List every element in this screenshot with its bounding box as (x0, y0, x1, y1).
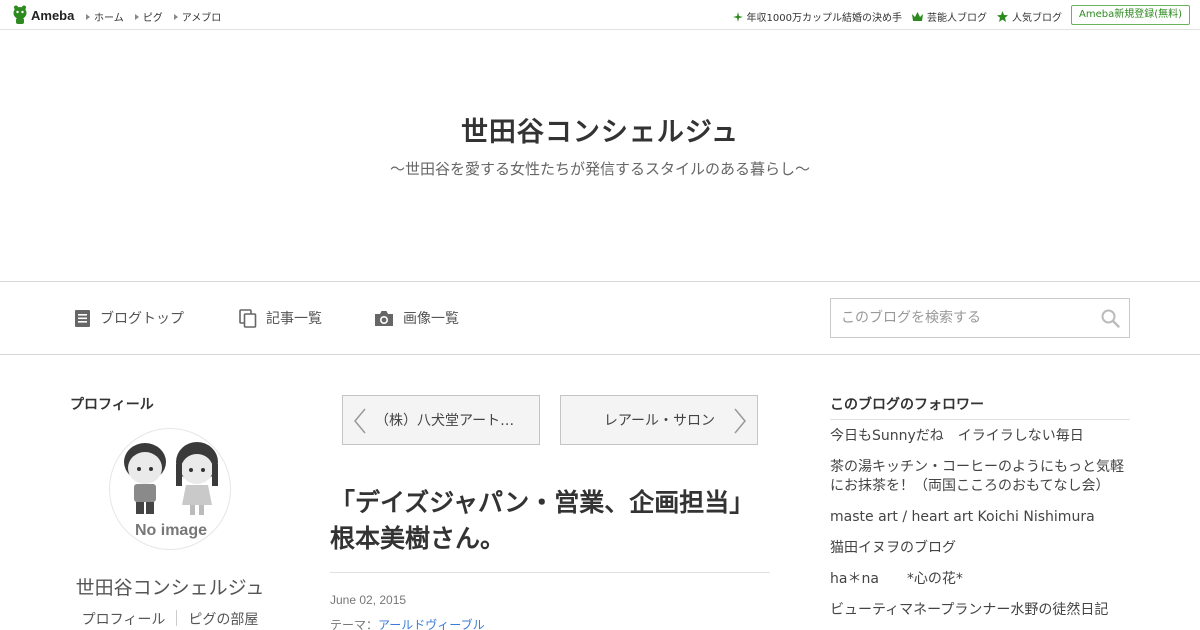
entry-title[interactable]: 「デイズジャパン・営業、企画担当」根本美樹さん。 (330, 485, 770, 557)
blog-top-link[interactable]: ブログトップ (74, 308, 184, 328)
follower-item[interactable]: 猫田イヌヲのブログ (830, 539, 1130, 558)
entry-theme-link[interactable]: アールドヴィーブル (378, 618, 485, 630)
featured-link-marriage-label: 年収1000万カップル結婚の決め手 (746, 13, 902, 24)
featured-link-popular-label: 人気ブログ (1012, 13, 1062, 24)
next-entry-label: レアール・サロン (603, 413, 715, 429)
copy-icon (239, 308, 257, 328)
next-entry-button[interactable]: レアール・サロン (560, 395, 758, 445)
featured-link-popular[interactable]: 人気ブログ (997, 9, 1062, 24)
entry-list-link[interactable]: 記事一覧 (239, 308, 322, 328)
nav-ameblo-label: アメブロ (181, 13, 222, 24)
global-nav: ホーム ピグ アメブロ (86, 9, 221, 24)
entry-theme-label: テーマ： (330, 618, 379, 630)
nav-pigg-link[interactable]: ピグ (134, 9, 163, 24)
header-featured-links: 年収1000万カップル結婚の決め手 芸能人ブログ 人気ブログ (732, 9, 1062, 24)
triangle-right-icon (173, 13, 178, 20)
featured-link-celebrity-label: 芸能人ブログ (927, 13, 987, 24)
ameba-logo[interactable]: Ameba (12, 5, 74, 25)
divider (330, 572, 770, 573)
blog-description: ～世田谷を愛する女性たちが発信するスタイルのある暮らし～ (389, 160, 810, 178)
nav-home-label: ホーム (94, 13, 124, 24)
blog-nav: ブログトップ 記事一覧 画像一覧 (0, 282, 1200, 355)
crown-icon (912, 12, 923, 21)
global-header: Ameba ホーム ピグ アメブロ 年収1000万カップル結婚の決め手 芸能人ブ… (0, 0, 1200, 30)
nav-ameblo-link[interactable]: アメブロ (173, 9, 222, 24)
prev-entry-button[interactable]: （株）八犬堂アート… (342, 395, 540, 445)
search-icon[interactable] (1101, 309, 1120, 328)
blog-top-label: ブログトップ (100, 311, 184, 327)
no-image-avatar-icon: No image (124, 442, 218, 539)
avatar-no-image-text: No image (135, 522, 207, 539)
profile-heading: プロフィール (70, 397, 154, 413)
entry-theme: テーマ：アールドヴィーブル (330, 616, 485, 630)
nav-home-link[interactable]: ホーム (86, 9, 124, 24)
follower-item[interactable]: ha＊na *心の花* (830, 570, 1130, 589)
ameba-logo-icon (13, 5, 27, 24)
image-list-label: 画像一覧 (403, 311, 459, 327)
ameba-logo-text: Ameba (31, 7, 75, 23)
image-list-link[interactable]: 画像一覧 (374, 308, 459, 328)
profile-name[interactable]: 世田谷コンシェルジュ (70, 573, 270, 600)
divider (830, 419, 1130, 420)
document-icon (75, 309, 90, 327)
profile-links: プロフィール ピグの部屋 (70, 609, 270, 629)
camera-icon (375, 310, 393, 326)
follower-item[interactable]: maste art / heart art Koichi Nishimura (830, 508, 1130, 527)
triangle-right-icon (86, 13, 90, 20)
featured-link-marriage[interactable]: 年収1000万カップル結婚の決め手 (732, 9, 902, 24)
register-button[interactable]: Ameba新規登録(無料) (1070, 5, 1190, 25)
entry-date: June 02, 2015 (330, 593, 407, 607)
avatar[interactable]: No image (109, 428, 231, 550)
blog-title[interactable]: 世田谷コンシェルジュ (0, 110, 1200, 149)
followers-heading: このブログのフォロワー (830, 397, 984, 413)
chevron-right-icon (734, 408, 746, 434)
prev-entry-label: （株）八犬堂アート… (375, 413, 515, 429)
follower-item[interactable]: 今日もSunnyだね イライラしない毎日 (830, 427, 1130, 446)
star-icon (997, 11, 1008, 22)
followers-list: 今日もSunnyだね イライラしない毎日 茶の湯キッチン・コーヒーのようにもっと… (830, 427, 1130, 630)
pigg-room-link[interactable]: ピグの部屋 (177, 609, 269, 629)
entry-list-label: 記事一覧 (266, 311, 322, 327)
follower-item[interactable]: ビューティマネープランナー水野の徒然日記 (830, 601, 1130, 620)
follower-item[interactable]: 茶の湯キッチン・コーヒーのようにもっと気軽にお抹茶を！（両国こころのおもてなし会… (830, 458, 1130, 496)
nav-pigg-label: ピグ (142, 13, 163, 24)
featured-link-celebrity[interactable]: 芸能人ブログ (912, 9, 987, 24)
blog-header: 世田谷コンシェルジュ ～世田谷を愛する女性たちが発信するスタイルのある暮らし～ (0, 30, 1200, 282)
triangle-right-icon (134, 13, 139, 20)
profile-link[interactable]: プロフィール (71, 609, 177, 629)
chevron-left-icon (354, 408, 366, 434)
search-input[interactable] (831, 299, 1081, 337)
sparkle-icon (732, 11, 743, 22)
blog-search (830, 298, 1130, 338)
